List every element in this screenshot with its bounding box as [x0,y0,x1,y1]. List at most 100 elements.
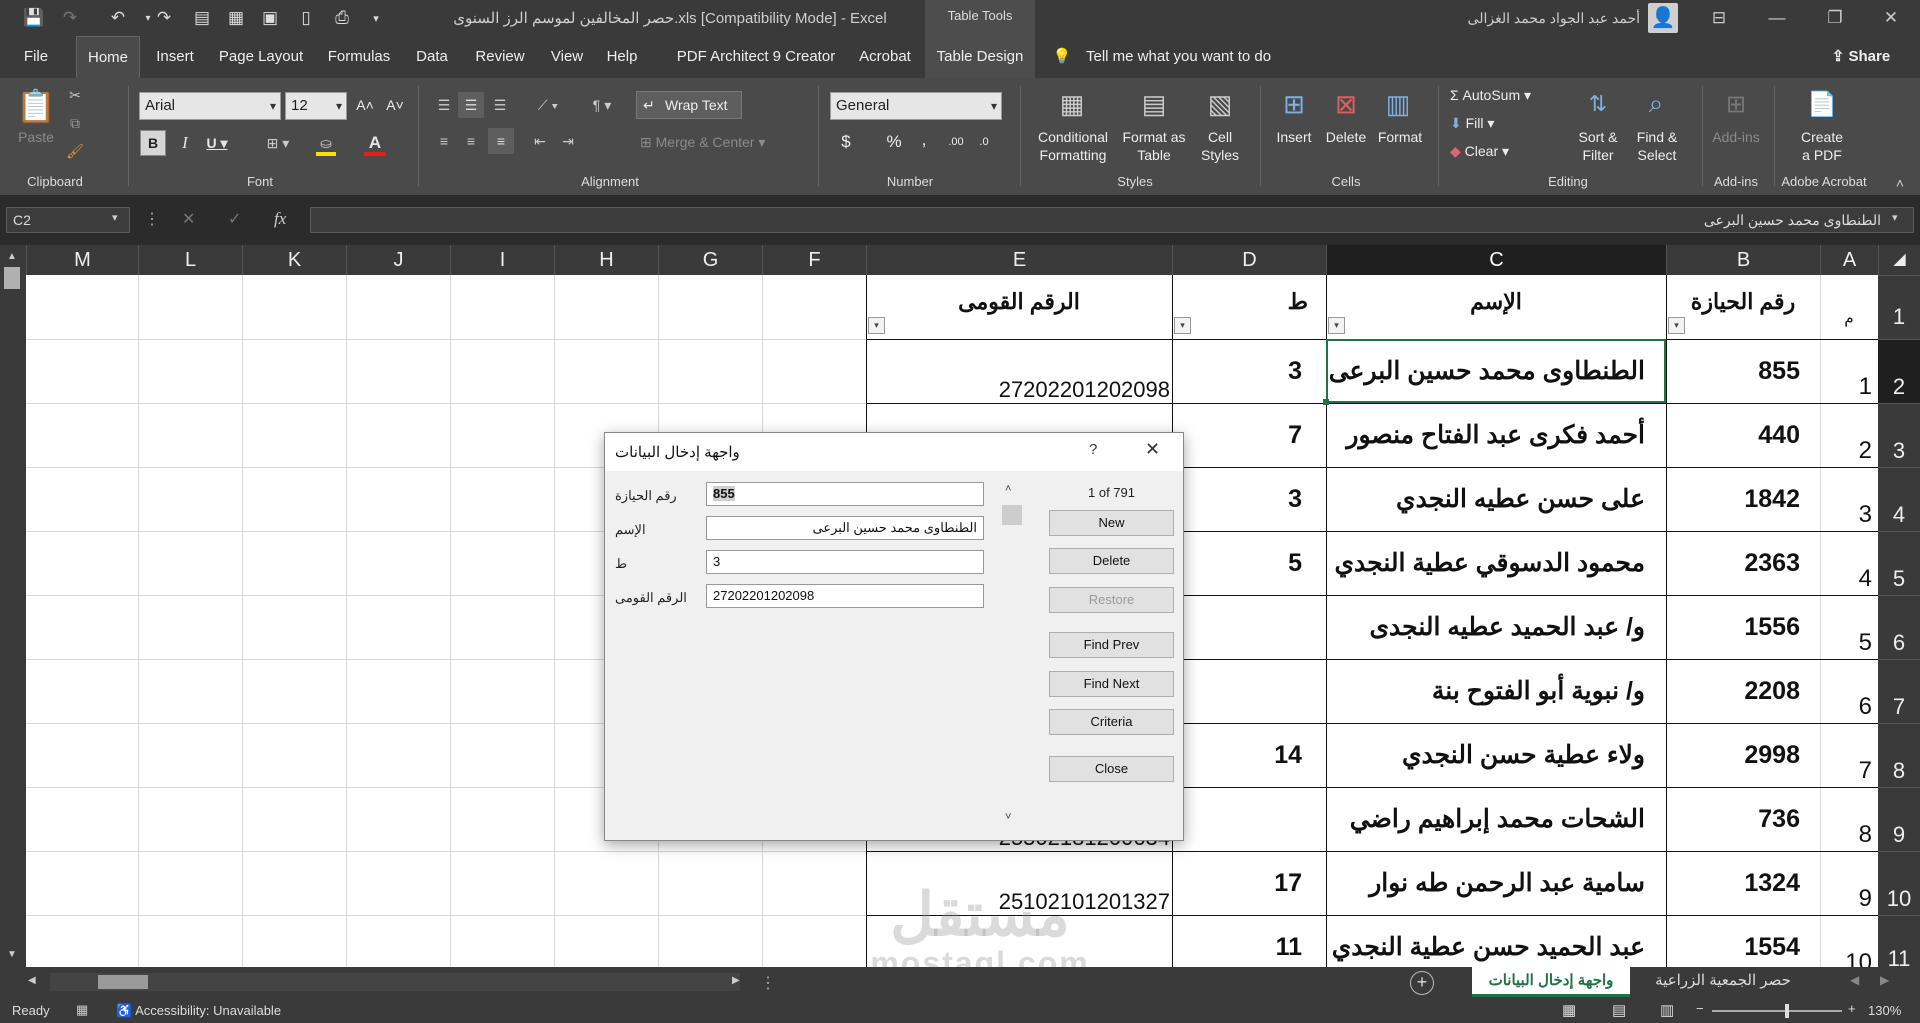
scroll-down-icon[interactable]: ▼ [4,949,20,963]
tab-pdf-architect[interactable]: PDF Architect 9 Creator [656,36,856,78]
filter-c-icon[interactable]: ▾ [1328,317,1345,334]
column-header-e[interactable]: E [866,245,1172,275]
undo-icon[interactable]: ↶ [104,4,132,32]
column-header-l[interactable]: L [138,245,242,275]
print-icon[interactable]: ⎙ [328,4,356,32]
filter-e-icon[interactable]: ▾ [868,317,885,334]
filter-d-icon[interactable]: ▾ [1174,317,1191,334]
calculator-icon[interactable]: ▦ [222,4,250,32]
cell-c[interactable]: أحمد فكرى عبد الفتاح منصور [1327,403,1645,467]
comma-button[interactable]: , [916,131,932,149]
insert-function-icon[interactable]: fx [274,209,286,229]
font-name-select[interactable]: Arial [139,92,281,120]
align-middle-icon[interactable]: ☰ [458,92,484,118]
row-header-7[interactable]: 7 [1878,659,1920,723]
autosum-button[interactable]: Σ AutoSum ▾ [1450,86,1531,104]
zoom-slider[interactable] [1712,1010,1842,1012]
formula-input[interactable]: الطنطاوى محمد حسين البرعى [310,207,1914,233]
zoom-slider-thumb[interactable] [1785,1004,1789,1018]
find-next-button[interactable]: Find Next [1049,671,1174,697]
copy-icon[interactable]: ⧉ [64,112,86,134]
cell-c[interactable]: عبد الحميد حسن عطية النجدي [1327,915,1645,967]
create-pdf-label-2[interactable]: a PDF [1790,146,1854,164]
align-right-icon[interactable]: ≡ [488,128,514,154]
header-c[interactable]: الإسم [1326,275,1666,339]
page-break-view-icon[interactable]: ▥ [1660,1001,1674,1019]
more-icon[interactable]: ⋮ [144,209,160,229]
number-format-select[interactable]: General [830,92,1002,120]
cell-c[interactable]: الطنطاوى محمد حسين البرعى [1327,339,1645,403]
column-header-b[interactable]: B [1666,245,1820,275]
cell-c[interactable]: الشحات محمد إبراهيم راضي [1327,787,1645,851]
cell-styles-icon[interactable]: ▧ [1200,84,1240,124]
add-sheet-icon[interactable]: + [1410,971,1434,995]
orientation-icon[interactable]: ⟋ ▾ [528,92,568,118]
cell-d[interactable]: 3 [1172,339,1302,403]
format-as-table-label-2[interactable]: Table [1118,146,1190,164]
percent-button[interactable]: % [884,133,904,151]
criteria-button[interactable]: Criteria [1049,709,1174,735]
conditional-formatting-icon[interactable]: ▦ [1052,84,1092,124]
cell-e[interactable]: 27202201202098 [866,339,1170,403]
decrease-indent-icon[interactable]: ⇤ [528,128,552,154]
sheet-nav-right-icon[interactable]: ▶ [1880,973,1889,987]
new-button[interactable]: New [1049,510,1174,536]
cell-b[interactable]: 1556 [1668,595,1800,659]
select-all-icon[interactable]: ◢ [1878,245,1920,275]
horizontal-scroll-thumb[interactable] [98,975,148,989]
cell-b[interactable]: 1324 [1668,851,1800,915]
borders-icon[interactable]: ⊞ ▾ [258,130,298,156]
column-header-j[interactable]: J [346,245,450,275]
italic-icon[interactable]: I [172,130,198,156]
font-size-select[interactable]: 12 [285,92,347,120]
row-header-4[interactable]: 4 [1878,467,1920,531]
format-cells-label[interactable]: Format [1372,128,1428,146]
tell-me-search[interactable]: Tell me what you want to do [1086,36,1286,78]
delete-cells-label[interactable]: Delete [1318,128,1374,146]
tab-data[interactable]: Data [410,36,454,78]
underline-icon[interactable]: U ▾ [202,130,232,156]
column-header-m[interactable]: M [26,245,138,275]
header-b[interactable]: رقم الحيازة [1666,275,1820,339]
column-header-c[interactable]: C [1326,245,1666,275]
zoom-level[interactable]: 130% [1868,1003,1901,1018]
column-header-h[interactable]: H [554,245,658,275]
align-left-icon[interactable]: ≡ [432,128,456,154]
create-pdf-label-1[interactable]: Create [1790,128,1854,146]
help-icon[interactable]: ? [1089,441,1097,458]
new-document-icon[interactable]: ▯ [292,4,320,32]
row-header-9[interactable]: 9 [1878,787,1920,851]
cell-c[interactable]: ولاء عطية حسن النجدي [1327,723,1645,787]
record-scrollbar[interactable]: ˄ ˅ [1000,481,1024,831]
tab-view[interactable]: View [546,36,588,78]
record-scroll-thumb[interactable] [1002,505,1022,525]
restore-window-icon[interactable]: ❐ [1806,0,1864,36]
column-header-d[interactable]: D [1172,245,1326,275]
cell-c[interactable]: سامية عبد الرحمن طه نوار [1327,851,1645,915]
wrap-text-button[interactable]: ↵ Wrap Text [636,91,742,119]
cell-a[interactable]: 1 [1820,339,1872,403]
cell-d[interactable]: 3 [1172,467,1302,531]
increase-indent-icon[interactable]: ⇥ [556,128,580,154]
find-prev-button[interactable]: Find Prev [1049,632,1174,658]
tab-help[interactable]: Help [602,36,642,78]
format-as-table-icon[interactable]: ▤ [1134,84,1174,124]
save-icon[interactable]: 💾 [20,4,48,32]
row-header-5[interactable]: 5 [1878,531,1920,595]
cell-a[interactable]: 8 [1820,787,1872,851]
align-bottom-icon[interactable]: ☰ [488,92,512,118]
conditional-formatting-label-1[interactable]: Conditional [1028,128,1118,146]
cell-b[interactable]: 855 [1668,339,1800,403]
format-as-table-label-1[interactable]: Format as [1118,128,1190,146]
tab-acrobat[interactable]: Acrobat [852,36,918,78]
tab-review[interactable]: Review [468,36,532,78]
currency-button[interactable]: $ [836,133,856,151]
cell-d[interactable]: 11 [1172,915,1302,967]
format-cells-icon[interactable]: ▥ [1378,84,1418,124]
cell-d[interactable]: 14 [1172,723,1302,787]
tab-page-layout[interactable]: Page Layout [214,36,308,78]
sort-filter-icon[interactable]: ⇅ [1578,84,1618,124]
record-scroll-down-icon[interactable]: ˅ [1005,811,1011,823]
tab-split-handle[interactable]: ⋮ [760,973,776,993]
format-painter-icon[interactable]: 🖌 [64,140,86,162]
